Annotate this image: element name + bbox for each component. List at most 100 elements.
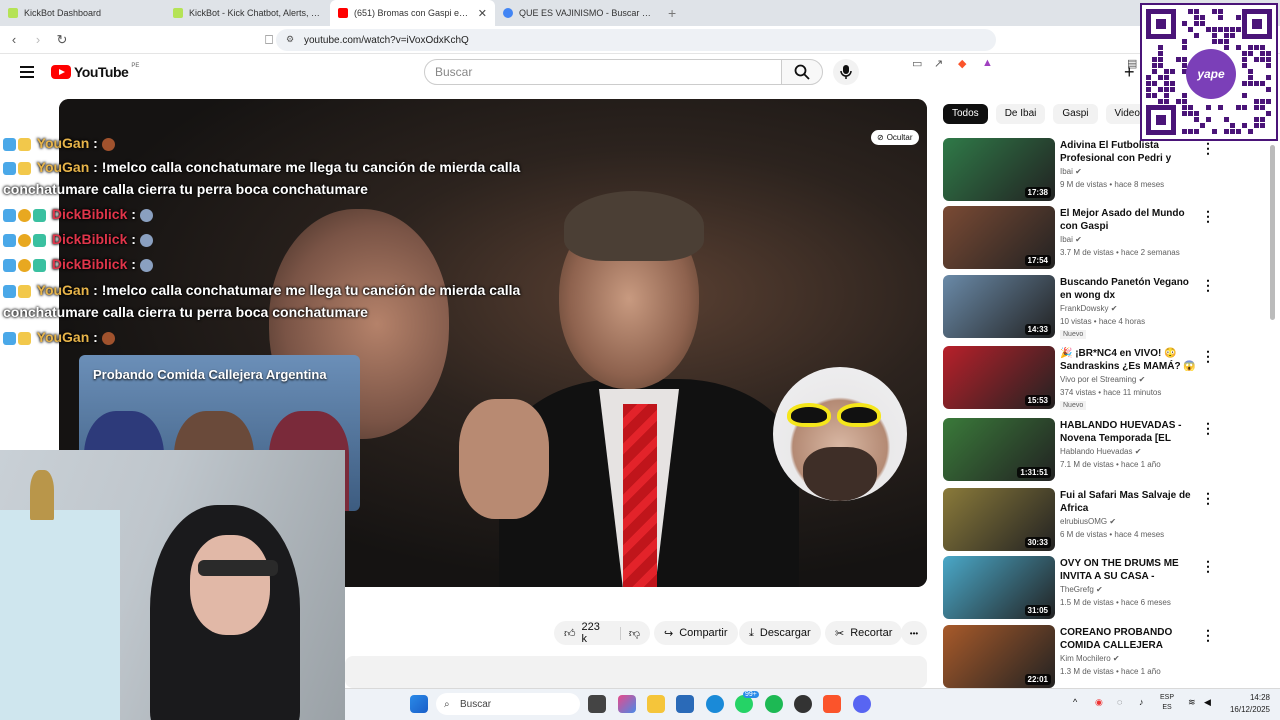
video-thumbnail[interactable]: 17:54 (943, 206, 1055, 269)
download-button[interactable]: ⤓ Descargar (739, 621, 821, 645)
file-explorer-icon[interactable] (647, 695, 665, 713)
tray-network-icon[interactable]: ◌ (1117, 697, 1122, 707)
like-count[interactable]: 223 k (582, 621, 606, 645)
crown-badge-icon (18, 161, 31, 175)
spotify-icon[interactable] (765, 695, 783, 713)
copilot-icon[interactable] (618, 695, 636, 713)
description-box[interactable] (345, 656, 927, 688)
channel-name[interactable]: FrankDowsky ✔ (1060, 304, 1117, 313)
channel-name[interactable]: Hablando Huevadas ✔ (1060, 447, 1141, 456)
recommendation-item[interactable]: 1:31:51 HABLANDO HUEVADAS - Novena Tempor… (943, 418, 1263, 482)
search-button[interactable] (781, 59, 823, 85)
more-options-icon[interactable]: ⋮ (1201, 348, 1215, 365)
tray-mic-icon[interactable]: ♪ (1139, 697, 1144, 707)
video-title[interactable]: Fui al Safari Mas Salvaje de Africa (1060, 489, 1200, 515)
search-input[interactable]: Buscar (424, 59, 782, 85)
recommendation-item[interactable]: 17:54 El Mejor Asado del Mundo con Gaspi I… (943, 206, 1263, 270)
verified-icon: ✔ (1109, 517, 1117, 526)
scrollbar[interactable] (1270, 145, 1275, 320)
channel-name[interactable]: Vivo por el Streaming ✔ (1060, 375, 1145, 384)
obs-icon[interactable] (794, 695, 812, 713)
channel-name[interactable]: TheGrefg ✔ (1060, 585, 1103, 594)
video-title[interactable]: 🎉 ¡BR*NC4 en VIVO! 😳 Sandraskins ¿Es MAM… (1060, 347, 1200, 373)
video-title[interactable]: HABLANDO HUEVADAS - Novena Temporada [EL… (1060, 419, 1200, 445)
chip-gaspi[interactable]: Gaspi (1053, 104, 1098, 124)
channel-name[interactable]: Ibai ✔ (1060, 235, 1082, 244)
video-title[interactable]: COREANO PROBANDO COMIDA CALLEJERA PERUAN… (1060, 626, 1200, 652)
video-title[interactable]: Buscando Panetón Vegano en wong dx (1060, 276, 1200, 302)
video-title[interactable]: El Mejor Asado del Mundo con Gaspi (1060, 207, 1200, 233)
tab-google-search[interactable]: QUE ES VAJINISMO - Buscar con Goo (495, 0, 660, 26)
more-options-icon[interactable]: ⋮ (1201, 208, 1215, 225)
reload-icon[interactable]: ↻ (52, 32, 72, 48)
more-options-icon[interactable]: ⋮ (1201, 140, 1215, 157)
create-icon[interactable]: + (1124, 62, 1135, 83)
volume-icon[interactable]: ◀ (1204, 697, 1211, 708)
tab-kickbot-chatbot[interactable]: KickBot - Kick Chatbot, Alerts, TTS, Ch (165, 0, 330, 26)
tray-chevron-icon[interactable]: ^ (1073, 697, 1077, 707)
task-view-icon[interactable] (588, 695, 606, 713)
more-options-icon[interactable]: ⋮ (1201, 420, 1215, 437)
download-icon: ⤓ (749, 626, 754, 639)
language-indicator[interactable]: ESP ES (1160, 693, 1174, 713)
wifi-icon[interactable]: ≋ (1188, 697, 1196, 708)
channel-name[interactable]: Ibai ✔ (1060, 167, 1082, 176)
voice-search-button[interactable] (833, 59, 859, 85)
brave-rewards-icon[interactable]: ▲ (982, 57, 993, 69)
qr-module (1194, 33, 1199, 38)
tab-kickbot-dashboard[interactable]: KickBot Dashboard (0, 0, 165, 26)
more-options-icon[interactable]: ⋮ (1201, 490, 1215, 507)
edge-icon[interactable] (706, 695, 724, 713)
recommendation-item[interactable]: 31:05 OVY ON THE DRUMS ME INVITA A SU CAS… (943, 556, 1263, 620)
youtube-logo[interactable]: YouTube PE (51, 63, 140, 80)
lang-bottom: ES (1162, 704, 1172, 711)
like-icon[interactable]: 👍︎ (564, 627, 576, 640)
recommendation-item[interactable]: 22:01 COREANO PROBANDO COMIDA CALLEJERA P… (943, 625, 1263, 689)
video-thumbnail[interactable]: 22:01 (943, 625, 1055, 688)
menu-icon[interactable] (20, 66, 34, 78)
more-options-icon[interactable]: ⋮ (1201, 558, 1215, 575)
new-tab-button[interactable]: + (660, 0, 684, 26)
video-title[interactable]: Adivina El Futbolista Profesional con Pe… (1060, 139, 1200, 165)
video-title[interactable]: OVY ON THE DRUMS ME INVITA A SU CASA - T… (1060, 557, 1200, 583)
video-thumbnail[interactable]: 17:38 (943, 138, 1055, 201)
recommendation-item[interactable]: 15:53 🎉 ¡BR*NC4 en VIVO! 😳 Sandraskins ¿E… (943, 346, 1263, 410)
video-thumbnail[interactable]: 30:33 (943, 488, 1055, 551)
brave-shield-icon[interactable]: ◆ (958, 57, 966, 70)
forward-icon[interactable]: › (28, 32, 48, 47)
share-button[interactable]: ↪ Compartir (654, 621, 738, 645)
tray-app-icon[interactable]: ◉ (1095, 697, 1103, 708)
chip-todos[interactable]: Todos (943, 104, 988, 124)
chip-de-ibai[interactable]: De Ibai (995, 104, 1046, 124)
channel-name[interactable]: Kim Mochilero ✔ (1060, 654, 1120, 663)
system-clock[interactable]: 14:28 16/12/2025 (1222, 692, 1270, 716)
start-icon[interactable] (410, 695, 428, 713)
store-icon[interactable] (676, 695, 694, 713)
more-actions-button[interactable]: ••• (901, 621, 927, 645)
chat-message: YouGan : !melco calla conchatumare me ll… (3, 156, 523, 200)
clip-button[interactable]: ✂ Recortar (825, 621, 903, 645)
close-tab-icon[interactable]: ✕ (478, 7, 487, 20)
recommendation-item[interactable]: 30:33 Fui al Safari Mas Salvaje de Africa… (943, 488, 1263, 552)
more-options-icon[interactable]: ⋮ (1201, 277, 1215, 294)
more-options-icon[interactable]: ⋮ (1201, 627, 1215, 644)
recommendation-item[interactable]: 17:38 Adivina El Futbolista Profesional c… (943, 138, 1263, 202)
discord-icon[interactable] (853, 695, 871, 713)
hide-overlay-button[interactable]: ⊘ Ocultar (871, 130, 919, 145)
country-code: PE (131, 63, 140, 69)
channel-name[interactable]: elrubiusOMG ✔ (1060, 517, 1116, 526)
site-info-icon[interactable]: ⚙ (286, 34, 294, 45)
back-icon[interactable]: ‹ (4, 32, 24, 47)
dislike-icon[interactable]: 👎︎ (619, 626, 640, 640)
video-thumbnail[interactable]: 15:53 (943, 346, 1055, 409)
video-thumbnail[interactable]: 31:05 (943, 556, 1055, 619)
url-field[interactable]: ⚙ youtube.com/watch?v=iVoxOdxKchQ (276, 29, 996, 51)
cast-icon[interactable]: ▭ (912, 57, 922, 70)
share-page-icon[interactable]: ↗ (934, 57, 943, 70)
video-thumbnail[interactable]: 1:31:51 (943, 418, 1055, 481)
tab-youtube-video[interactable]: (651) Bromas con Gaspi en Perú ✕ (330, 0, 495, 26)
video-thumbnail[interactable]: 14:33 (943, 275, 1055, 338)
taskbar-search-input[interactable]: ⌕ Buscar (436, 693, 580, 715)
brave-icon[interactable] (823, 695, 841, 713)
recommendation-item[interactable]: 14:33 Buscando Panetón Vegano en wong dx F… (943, 275, 1263, 339)
